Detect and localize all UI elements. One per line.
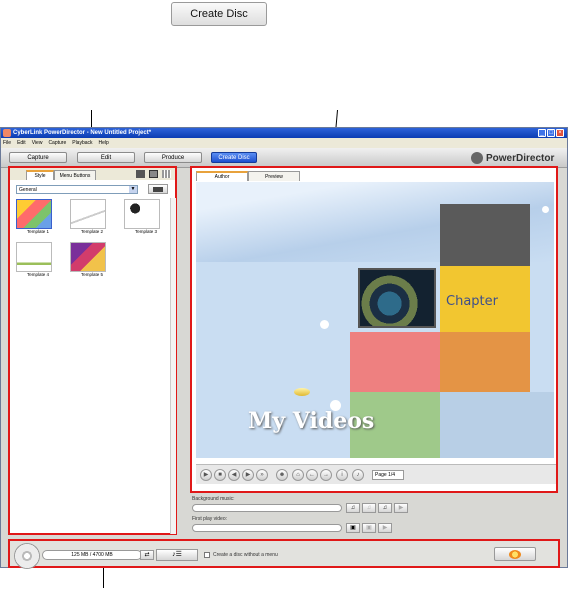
template-category-select[interactable]: General ▼ (16, 185, 138, 194)
maximize-icon[interactable]: □ (547, 129, 555, 137)
grid-view-icon[interactable] (162, 170, 171, 178)
no-menu-checkbox[interactable] (204, 552, 210, 558)
chapter-settings-button[interactable]: ♪☰ (156, 549, 198, 561)
template-label: Template 3 (134, 229, 157, 234)
menu-block-light (440, 392, 554, 458)
menu-edit[interactable]: Edit (17, 138, 26, 148)
mode-toolbar: Capture Edit Produce Create Disc PowerDi… (1, 148, 567, 168)
folder-icon[interactable] (136, 170, 145, 178)
menu-bar: File Edit View Capture Playback Help (1, 138, 567, 148)
template-thumbnail (70, 199, 106, 229)
template-item[interactable]: Template 2 (70, 199, 114, 234)
template-label: Template 4 (26, 272, 49, 277)
template-thumbnail (124, 199, 160, 229)
pencil-icon (153, 187, 163, 192)
background-music-label: Background music: (192, 496, 235, 502)
remove-video-icon[interactable]: ▣ (362, 523, 376, 533)
add-video-icon[interactable]: ▣ (346, 523, 360, 533)
remove-music-icon[interactable]: ♫ (362, 503, 376, 513)
preview-controls: ▶ ■ ◀ ▶ » ☻ ⌂ ← → i ♪ Page 1/4 (196, 464, 556, 484)
play-icon[interactable]: ▶ (200, 469, 212, 481)
volume-icon[interactable]: ♪ (352, 469, 364, 481)
close-icon[interactable]: × (556, 129, 564, 137)
next-icon[interactable]: ▶ (242, 469, 254, 481)
menu-title[interactable]: My Videos (248, 408, 374, 434)
template-thumbnail (16, 242, 52, 272)
home-icon[interactable]: ⌂ (292, 469, 304, 481)
menu-block-pink (350, 332, 440, 392)
tab-preview[interactable]: Preview (248, 171, 300, 181)
menu-block-dark (440, 204, 530, 266)
first-play-video-label: First play video: (192, 516, 228, 522)
capacity-text: 125 MB / 4700 MB (71, 552, 113, 558)
template-item[interactable]: Template 1 (16, 199, 60, 234)
create-disc-callout-button[interactable]: Create Disc (171, 2, 267, 26)
brand-logo: PowerDirector (486, 153, 555, 164)
tab-menu-buttons[interactable]: Menu Buttons (54, 170, 96, 180)
tab-author[interactable]: Author (196, 171, 248, 181)
template-item[interactable]: Template 3 (124, 199, 168, 234)
menu-file[interactable]: File (3, 138, 11, 148)
title-bar: CyberLink PowerDirector - New Untitled P… (1, 128, 567, 138)
play-video-icon[interactable]: ▶ (378, 523, 392, 533)
template-label: Template 5 (80, 272, 103, 277)
first-play-video-field[interactable] (192, 524, 342, 532)
template-scrollbar[interactable] (170, 198, 176, 534)
save-template-icon[interactable] (149, 170, 158, 178)
burn-disc-button[interactable] (494, 547, 536, 561)
template-item[interactable]: Template 4 (16, 242, 60, 277)
disc-menu-canvas[interactable]: Chapter My Videos (196, 182, 554, 458)
arrow-right-icon[interactable]: → (320, 469, 332, 481)
menu-help[interactable]: Help (99, 138, 109, 148)
canvas-bubble (542, 206, 549, 213)
burn-icon (509, 550, 521, 559)
category-value: General (19, 187, 37, 193)
template-label: Template 1 (26, 229, 49, 234)
template-tabs: Style Menu Buttons (10, 168, 175, 180)
last-icon[interactable]: » (256, 469, 268, 481)
gold-arrow-icon (294, 388, 310, 396)
stop-icon[interactable]: ■ (214, 469, 226, 481)
template-thumbnail (16, 199, 52, 229)
powerdirector-logo-icon (471, 152, 483, 164)
menu-capture[interactable]: Capture (48, 138, 66, 148)
info-icon[interactable]: i (336, 469, 348, 481)
chevron-down-icon[interactable]: ▼ (129, 186, 137, 193)
disc-capacity-bar: 125 MB / 4700 MB ⇄ ♪☰ Create a disc with… (8, 539, 560, 569)
menu-playback[interactable]: Playback (72, 138, 92, 148)
edit-button[interactable]: Edit (77, 152, 135, 163)
chapter-label[interactable]: Chapter (446, 294, 498, 309)
edit-template-button[interactable] (148, 184, 168, 194)
music-settings-icon[interactable]: ♫ (378, 503, 392, 513)
page-indicator: Page 1/4 (372, 470, 404, 480)
minimize-icon[interactable]: _ (538, 129, 546, 137)
canvas-bubble (330, 400, 341, 411)
menu-template-panel: Style Menu Buttons General ▼ Template 1 … (8, 166, 177, 535)
swap-icon[interactable]: ⇄ (140, 550, 154, 560)
play-music-icon[interactable]: ▶ (394, 503, 408, 513)
chapter-thumbnail[interactable] (358, 268, 436, 328)
menu-block-orange (440, 332, 530, 392)
canvas-bubble (320, 320, 329, 329)
window-title: CyberLink PowerDirector - New Untitled P… (13, 130, 152, 136)
menu-view[interactable]: View (32, 138, 43, 148)
template-thumbnail (70, 242, 106, 272)
capture-button[interactable]: Capture (9, 152, 67, 163)
template-item[interactable]: Template 5 (70, 242, 114, 277)
tab-style[interactable]: Style (26, 170, 54, 180)
template-label: Template 2 (80, 229, 103, 234)
no-menu-label: Create a disc without a menu (213, 552, 278, 558)
disc-icon (14, 543, 40, 569)
produce-button[interactable]: Produce (144, 152, 202, 163)
walker-icon[interactable]: ☻ (276, 469, 288, 481)
app-icon (3, 129, 11, 137)
create-disc-button[interactable]: Create Disc (211, 152, 257, 163)
add-music-icon[interactable]: ♫ (346, 503, 360, 513)
arrow-left-icon[interactable]: ← (306, 469, 318, 481)
previous-icon[interactable]: ◀ (228, 469, 240, 481)
disc-menu-authoring-panel: Author Preview Chapter My Videos ▶ ■ ◀ ▶… (190, 166, 558, 493)
background-music-field[interactable] (192, 504, 342, 512)
callout-line-bottom (103, 568, 104, 588)
capacity-meter: 125 MB / 4700 MB (42, 550, 142, 560)
